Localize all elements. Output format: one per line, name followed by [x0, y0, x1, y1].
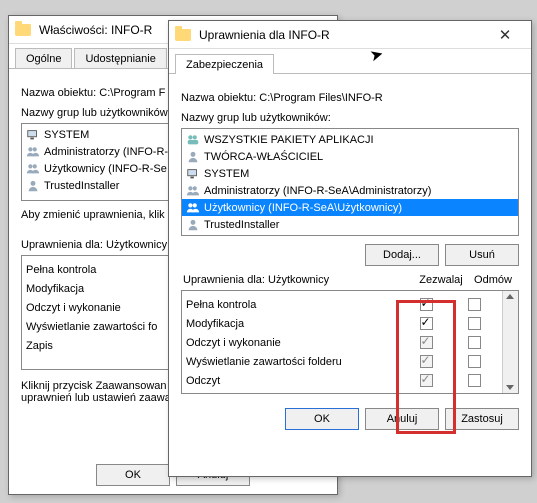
list-item-label: Użytkownicy (INFO-R-Se — [44, 163, 167, 175]
perm-list: Pełna kontrola Modyfikacja Odczyt i wykona… — [181, 290, 519, 394]
user-icon — [26, 179, 40, 193]
list-item[interactable]: Użytkownicy (INFO-R-SeA\Użytkownicy) — [182, 199, 518, 216]
ok-button[interactable]: OK — [96, 464, 170, 486]
list-item[interactable]: WSZYSTKIE PAKIETY APLIKACJI — [182, 131, 518, 148]
remove-button[interactable]: Usuń — [445, 244, 519, 266]
perm-name: Wyświetlanie zawartości folderu — [186, 356, 402, 368]
system-icon — [26, 128, 40, 142]
list-item-label: TrustedInstaller — [44, 180, 119, 192]
cancel-button[interactable]: Anuluj — [365, 408, 439, 430]
list-item-label: Użytkownicy (INFO-R-SeA\Użytkownicy) — [204, 202, 402, 214]
close-button[interactable]: ✕ — [485, 21, 525, 48]
deny-checkbox[interactable] — [468, 317, 481, 330]
group-buttons: Dodaj... Usuń — [181, 244, 519, 266]
ok-button[interactable]: OK — [285, 408, 359, 430]
perm-name: Odczyt — [186, 375, 402, 387]
folder-icon — [175, 29, 191, 41]
list-item[interactable]: SYSTEM — [182, 165, 518, 182]
object-label: Nazwa obiektu: — [21, 87, 96, 99]
user-icon — [186, 218, 200, 232]
perm-name: Modyfikacja — [186, 318, 402, 330]
groups-label: Nazwy grup lub użytkowników: — [181, 112, 519, 124]
tabs: Zabezpieczenia — [169, 49, 531, 74]
perm-row: Odczyt i wykonanie — [186, 333, 498, 352]
allow-checkbox — [420, 374, 433, 387]
list-item-label: WSZYSTKIE PAKIETY APLIKACJI — [204, 134, 374, 146]
dialog-buttons: OK Anuluj Zastosuj — [181, 408, 519, 430]
tab-general[interactable]: Ogólne — [15, 48, 72, 68]
object-path: C:\Program F — [99, 87, 165, 99]
system-icon — [186, 167, 200, 181]
tab-sharing[interactable]: Udostępnianie — [74, 48, 166, 68]
perm-row: Modyfikacja — [186, 314, 498, 333]
group-icon — [186, 184, 200, 198]
tab-security[interactable]: Zabezpieczenia — [175, 54, 274, 74]
titlebar[interactable]: Uprawnienia dla INFO-R ✕ — [169, 21, 531, 49]
perm-header: Uprawnienia dla: Użytkownicy Zezwalaj Od… — [181, 274, 519, 290]
perm-name: Pełna kontrola — [186, 299, 402, 311]
list-item[interactable]: Administratorzy (INFO-R-SeA\Administrato… — [182, 182, 518, 199]
object-label: Nazwa obiektu: — [181, 92, 256, 104]
list-item[interactable]: TrustedInstaller — [182, 216, 518, 233]
package-icon — [186, 133, 200, 147]
list-item-label: TrustedInstaller — [204, 219, 279, 231]
apply-button[interactable]: Zastosuj — [445, 408, 519, 430]
col-allow: Zezwalaj — [413, 274, 469, 286]
scrollbar[interactable] — [502, 291, 518, 393]
allow-checkbox[interactable] — [420, 317, 433, 330]
add-button[interactable]: Dodaj... — [365, 244, 439, 266]
perm-row: Odczyt — [186, 371, 498, 390]
list-item-label: Administratorzy (INFO-R-SeA\Administrato… — [204, 185, 431, 197]
list-item[interactable]: TWÓRCA-WŁAŚCICIEL — [182, 148, 518, 165]
object-row: Nazwa obiektu: C:\Program Files\INFO-R — [181, 92, 519, 104]
list-item-label: SYSTEM — [204, 168, 249, 180]
col-deny: Odmów — [469, 274, 517, 286]
allow-checkbox — [420, 336, 433, 349]
allow-checkbox — [420, 355, 433, 368]
list-item-label: TWÓRCA-WŁAŚCICIEL — [204, 151, 323, 163]
content: Nazwa obiektu: C:\Program Files\INFO-R N… — [169, 74, 531, 448]
group-icon — [26, 162, 40, 176]
perm-name: Odczyt i wykonanie — [186, 337, 402, 349]
perm-row: Wyświetlanie zawartości folderu — [186, 352, 498, 371]
allow-checkbox[interactable] — [420, 298, 433, 311]
user-icon — [186, 150, 200, 164]
groups-list[interactable]: WSZYSTKIE PAKIETY APLIKACJI TWÓRCA-WŁAŚCI… — [181, 128, 519, 236]
object-path: C:\Program Files\INFO-R — [259, 92, 382, 104]
perm-row: Pełna kontrola — [186, 295, 498, 314]
permissions-window: Uprawnienia dla INFO-R ✕ Zabezpieczenia … — [168, 20, 532, 477]
list-item-label: SYSTEM — [44, 129, 89, 141]
perm-for-prefix: Uprawnienia dla: — [183, 274, 265, 286]
folder-icon — [15, 24, 31, 36]
group-icon — [186, 201, 200, 215]
deny-checkbox[interactable] — [468, 298, 481, 311]
list-item-label: Administratorzy (INFO-R- — [44, 146, 168, 158]
perm-for-subject: Użytkownicy — [268, 274, 329, 286]
window-title: Uprawnienia dla INFO-R — [199, 28, 485, 42]
deny-checkbox[interactable] — [468, 355, 481, 368]
deny-checkbox[interactable] — [468, 374, 481, 387]
group-icon — [26, 145, 40, 159]
deny-checkbox[interactable] — [468, 336, 481, 349]
